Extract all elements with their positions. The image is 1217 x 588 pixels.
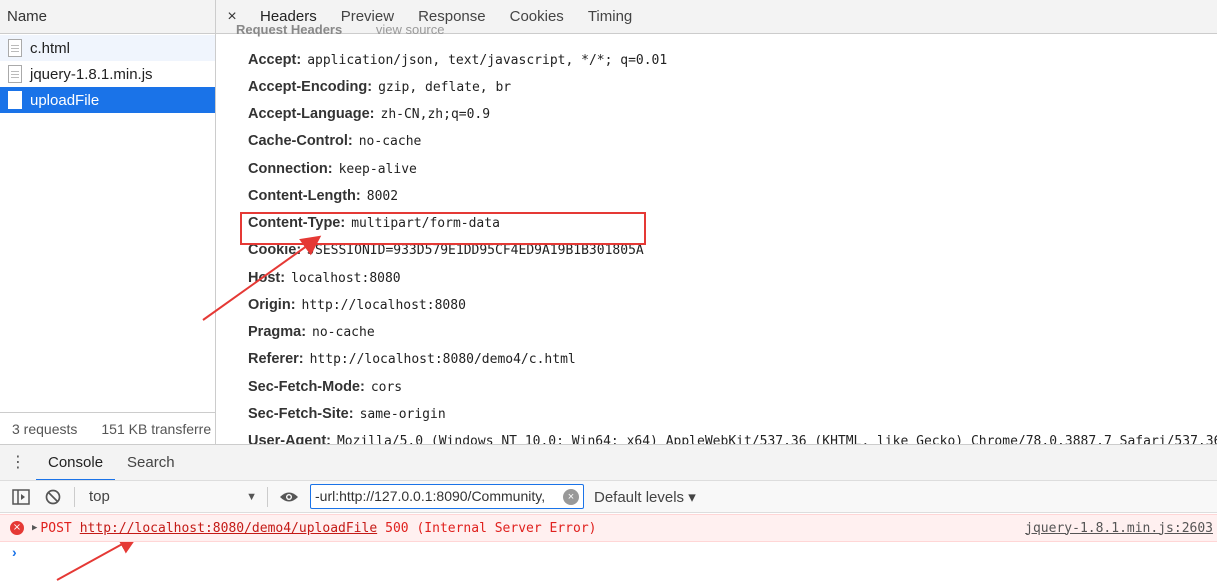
header-row: Referer: http://localhost:8080/demo4/c.ht… [248,350,576,367]
context-value: top [89,488,110,505]
header-value: 8002 [366,189,399,204]
tab-cookies[interactable]: Cookies [498,0,576,33]
log-levels-dropdown[interactable]: Default levels ▾ [594,488,696,506]
header-row: Pragma: no-cache [248,323,375,340]
tab-search[interactable]: Search [115,445,187,481]
header-value: zh-CN,zh;q=0.9 [380,107,491,122]
network-name-pane: Name c.html jquery-1.8.1.min.js uploadFi… [0,0,216,444]
drawer-tabbar: ⋮ Console Search [0,444,1217,481]
dropdown-arrow-icon: ▼ [246,490,257,503]
context-selector[interactable]: top ▼ [89,488,257,505]
header-row: Sec-Fetch-Mode: cors [248,378,402,395]
console-prompt[interactable]: › [12,544,17,560]
request-item-uploadfile[interactable]: uploadFile [0,87,215,113]
filter-value: -url:http://127.0.0.1:8090/Community, [315,488,546,504]
error-source-link[interactable]: jquery-1.8.1.min.js:2603 [1025,521,1213,536]
header-row: Cache-Control: no-cache [248,132,421,149]
header-key: Sec-Fetch-Site: [248,406,354,422]
document-icon [8,39,22,57]
error-url-link[interactable]: http://localhost:8080/demo4/uploadFile [80,521,377,536]
header-value: localhost:8080 [291,271,401,286]
more-options-icon[interactable]: ⋮ [0,454,36,470]
request-name: uploadFile [30,91,100,109]
header-value: Mozilla/5.0 (Windows NT 10.0; Win64; x64… [336,434,1217,444]
request-headers-title[interactable]: Request Headers view source [236,22,444,37]
header-key: Sec-Fetch-Mode: [248,379,365,395]
header-value: http://localhost:8080/demo4/c.html [309,352,576,367]
header-key: Content-Length: [248,188,361,204]
divider [267,486,268,507]
header-row: Accept-Language: zh-CN,zh;q=0.9 [248,105,490,122]
name-column-header[interactable]: Name [0,0,215,34]
console-filter-input[interactable]: -url:http://127.0.0.1:8090/Community, × [310,484,584,509]
toggle-sidebar-icon[interactable] [10,486,32,508]
header-key: Accept-Language: [248,106,375,122]
header-key: Host: [248,270,286,286]
header-value: no-cache [358,134,422,149]
request-item-c-html[interactable]: c.html [0,35,215,61]
header-value: gzip, deflate, br [378,80,512,95]
divider [74,486,75,507]
header-key: Origin: [248,297,296,313]
document-icon [8,91,22,109]
request-count: 3 requests [12,420,78,437]
header-key: Referer: [248,351,304,367]
header-value: JSESSIONID=933D579E1DD95CF4ED9A19B1B3018… [307,243,644,258]
error-status: 500 (Internal Server Error) [385,520,597,536]
header-row: Content-Length: 8002 [248,187,398,204]
header-key: Pragma: [248,324,307,340]
header-row: Host: localhost:8080 [248,269,401,286]
section-title-text: Request Headers [236,22,343,37]
header-row: Accept-Encoding: gzip, deflate, br [248,78,511,95]
document-icon [8,65,22,83]
eye-icon[interactable] [278,486,300,508]
request-name: c.html [30,39,71,57]
header-row: Sec-Fetch-Site: same-origin [248,405,446,422]
expand-arrow-icon[interactable]: ▶ [32,523,37,533]
header-value: keep-alive [338,162,417,177]
error-method: POST [40,520,72,536]
error-icon: × [10,521,24,535]
console-toolbar: top ▼ -url:http://127.0.0.1:8090/Communi… [0,480,1217,513]
header-row: User-Agent: Mozilla/5.0 (Windows NT 10.0;… [248,432,1217,444]
console-error-message: × ▶ POST http://localhost:8080/demo4/upl… [0,514,1217,542]
transferred-size: 151 KB transferre [101,420,212,437]
header-key: User-Agent: [248,433,331,444]
header-row: Origin: http://localhost:8080 [248,296,466,313]
arrow-to-error [56,535,139,581]
request-item-jquery[interactable]: jquery-1.8.1.min.js [0,61,215,87]
network-status-bar: 3 requests 151 KB transferre [0,412,215,444]
clear-filter-icon[interactable]: × [563,488,579,505]
header-key: Cache-Control: [248,133,353,149]
request-list: c.html jquery-1.8.1.min.js uploadFile [0,35,215,113]
header-value: cors [370,380,403,395]
header-key: Connection: [248,161,333,177]
view-source-link[interactable]: view source [376,22,445,37]
header-value: application/json, text/javascript, */*; … [307,53,668,68]
header-value: no-cache [312,325,375,340]
header-row: Connection: keep-alive [248,160,417,177]
header-row: Accept: application/json, text/javascript… [248,51,667,68]
tab-timing[interactable]: Timing [576,0,644,33]
header-key: Accept: [248,52,302,68]
header-key: Accept-Encoding: [248,79,373,95]
tab-console[interactable]: Console [36,445,116,481]
annotation-highlight-box [240,212,646,245]
clear-console-icon[interactable] [42,486,64,508]
header-value: same-origin [359,407,446,422]
request-name: jquery-1.8.1.min.js [30,65,153,83]
header-value: http://localhost:8080 [301,298,466,313]
